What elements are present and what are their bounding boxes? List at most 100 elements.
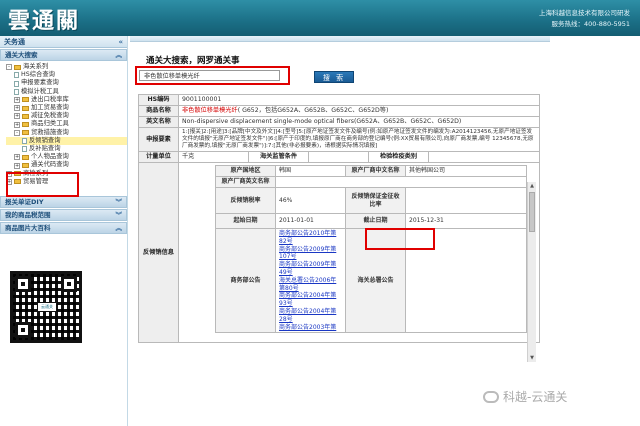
guarantee-label: 反倾销保证金征收比率 bbox=[345, 187, 406, 214]
qr-corner bbox=[61, 276, 77, 292]
expand-toggle-icon[interactable]: + bbox=[14, 162, 20, 169]
wechat-icon bbox=[483, 390, 499, 403]
section-scope-header[interactable]: 我的商品税范围 ︾ bbox=[0, 209, 127, 221]
company-info: 上海科越信息技术有限公司研发 服务热线：400-880-5951 bbox=[539, 8, 630, 30]
tree-item[interactable]: + 进出口税率库 bbox=[6, 96, 127, 104]
watermark: 科越-云通关 bbox=[483, 388, 567, 405]
notice-link[interactable]: 商务部公告2003年第 bbox=[279, 324, 342, 332]
section-diy-label: 报关单证DIY bbox=[5, 198, 44, 206]
end-date-value: 2015-12-31 bbox=[405, 213, 527, 229]
qr-corner bbox=[15, 322, 31, 338]
collapse-icon[interactable]: « bbox=[118, 36, 123, 48]
start-date-label: 起始日期 bbox=[215, 213, 276, 229]
row-english-name: 英文名称 Non-dispersive displacement single-… bbox=[138, 116, 540, 128]
detail-scrollbar[interactable]: ▲ ▼ bbox=[527, 182, 536, 362]
tree-item[interactable]: + 通关代码查询 bbox=[6, 161, 127, 169]
main-content: 通关大搜索，网罗通关事 搜 索 HS编码 9001100001 商品名称 非色散… bbox=[130, 36, 640, 426]
folder-icon bbox=[22, 122, 29, 128]
start-date-value: 2011-01-01 bbox=[275, 213, 346, 229]
notice-link[interactable]: 海关总署公告2006年第80号 bbox=[279, 277, 342, 293]
collapse-toggle-icon[interactable]: - bbox=[14, 129, 20, 136]
sidebar-title[interactable]: 关务通 « bbox=[0, 36, 127, 48]
sidebar-title-label: 关务通 bbox=[4, 38, 25, 46]
tree-item[interactable]: + 加工贸易查询 bbox=[6, 104, 127, 112]
antidumping-label: 反倾销信息 bbox=[138, 162, 179, 343]
app-logo[interactable]: 雲通關 bbox=[8, 3, 80, 35]
row-name: 商品名称 非色散位移单模光纤( G652，包括G652A、G652B、G652C… bbox=[138, 105, 540, 117]
scroll-up-icon[interactable]: ▲ bbox=[529, 183, 535, 189]
main-top-bar bbox=[130, 36, 550, 42]
english-name-label: 英文名称 bbox=[138, 116, 179, 128]
folder-icon bbox=[22, 154, 29, 160]
hs-code-value: 9001100001 bbox=[178, 94, 540, 106]
notice-link[interactable]: 商务部公告2010年第82号 bbox=[279, 230, 342, 246]
name-value-rest: ( G652，包括G652A、G652B、G652C、G652D等) bbox=[237, 107, 389, 114]
page-title: 通关大搜索，网罗通关事 bbox=[146, 56, 240, 66]
tree-item[interactable]: - 海关系列 bbox=[6, 63, 127, 71]
section-scope-label: 我的商品税范围 bbox=[5, 211, 51, 219]
expand-toggle-icon[interactable]: + bbox=[14, 121, 20, 128]
supervision-label: 海关监管条件 bbox=[248, 151, 309, 163]
tree-item[interactable]: + 商品归类工具 bbox=[6, 120, 127, 128]
search-button[interactable]: 搜 索 bbox=[314, 71, 354, 83]
service-hotline: 服务热线：400-880-5951 bbox=[551, 20, 630, 28]
expand-toggle-icon[interactable]: + bbox=[14, 96, 20, 103]
folder-icon bbox=[22, 113, 29, 119]
notice-links: 商务部公告2010年第82号 商务部公告2009年第107号 商务部公告2009年第… bbox=[275, 227, 346, 334]
unit-label: 计量单位 bbox=[138, 151, 179, 163]
section-search-header[interactable]: 通关大搜索 ︽ bbox=[0, 49, 127, 61]
app-header: 雲通關 上海科越信息技术有限公司研发 服务热线：400-880-5951 bbox=[0, 0, 640, 36]
english-name-value: Non-dispersive displacement single-mode … bbox=[178, 116, 540, 128]
chevron-down-icon[interactable]: ︾ bbox=[116, 210, 123, 220]
rate-label: 反倾销税率 bbox=[215, 187, 276, 214]
tree-item[interactable]: 反倾销查询 bbox=[6, 136, 127, 146]
tree-item[interactable]: - 贸救措施查询 bbox=[6, 129, 127, 137]
tree-item-label: 反补贴查询 bbox=[29, 145, 61, 153]
folder-icon bbox=[22, 163, 29, 169]
notice-link[interactable]: 商务部公告2004年第93号 bbox=[279, 292, 342, 308]
tree-item[interactable]: 申报要素查询 bbox=[6, 79, 127, 87]
name-value-highlight: 非色散位移单模光纤 bbox=[182, 107, 238, 114]
section-image-header[interactable]: 商品图片大百科 ︽ bbox=[0, 222, 127, 234]
tree-item-label: 反倾销查询 bbox=[29, 136, 61, 144]
folder-icon bbox=[14, 64, 21, 70]
tree-item-label: 贸救措施查询 bbox=[31, 128, 69, 136]
notice-label: 商务部公告 bbox=[215, 227, 276, 334]
name-value: 非色散位移单模光纤( G652，包括G652A、G652B、G652C、G652… bbox=[178, 105, 540, 117]
row-unit: 计量单位 千克 海关监管条件 检验检疫类别 bbox=[138, 151, 540, 163]
highlight-box-end-date bbox=[365, 228, 435, 250]
page-icon bbox=[14, 80, 19, 87]
page-icon bbox=[22, 146, 27, 153]
scroll-thumb[interactable] bbox=[529, 192, 535, 232]
maker-cn-value: 其他韩国公司 bbox=[405, 165, 527, 177]
chevron-up-icon[interactable]: ︽ bbox=[116, 223, 123, 233]
expand-toggle-icon[interactable]: + bbox=[14, 105, 20, 112]
chevron-up-icon[interactable]: ︽ bbox=[116, 50, 123, 60]
supervision-value bbox=[308, 151, 369, 163]
tree-item[interactable]: 模拟计税工具 bbox=[6, 88, 127, 96]
sidebar: 关务通 « 通关大搜索 ︽ - 海关系列 HS综合查询 申报要素查询 模拟计税工具 + 进出… bbox=[0, 36, 128, 426]
name-label: 商品名称 bbox=[138, 105, 179, 117]
tree-item-label: 通关代码查询 bbox=[31, 161, 69, 169]
unit-value: 千克 bbox=[178, 151, 249, 163]
maker-cn-label: 原产厂商中文名称 bbox=[345, 165, 406, 177]
notice-link[interactable]: 商务部公告2009年第49号 bbox=[279, 261, 342, 277]
folder-icon bbox=[22, 105, 29, 111]
tree-item-label: 进出口税率库 bbox=[31, 95, 69, 103]
section-diy-header[interactable]: 报关单证DIY ︾ bbox=[0, 196, 127, 208]
row-antidumping: 反倾销信息 原产国地区 韩国 原产厂商中文名称 其他韩国公司 原产厂商英文名称 … bbox=[138, 162, 540, 343]
scroll-down-icon[interactable]: ▼ bbox=[529, 355, 535, 361]
tree-item[interactable]: 反补贴查询 bbox=[6, 145, 127, 153]
folder-icon bbox=[22, 97, 29, 103]
tree-item-label: 模拟计税工具 bbox=[21, 87, 59, 95]
notice-link[interactable]: 商务部公告2004年第28号 bbox=[279, 308, 342, 324]
qr-center-label: 云通关 bbox=[37, 302, 57, 312]
collapse-toggle-icon[interactable]: - bbox=[6, 64, 12, 71]
expand-toggle-icon[interactable]: + bbox=[14, 113, 20, 120]
maker-en-label: 原产厂商英文名称 bbox=[215, 176, 276, 188]
chevron-down-icon[interactable]: ︾ bbox=[116, 197, 123, 207]
notice-link[interactable]: 商务部公告2009年第107号 bbox=[279, 246, 342, 262]
origin-value: 韩国 bbox=[275, 165, 346, 177]
guarantee-value bbox=[405, 187, 527, 214]
expand-toggle-icon[interactable]: + bbox=[14, 154, 20, 161]
